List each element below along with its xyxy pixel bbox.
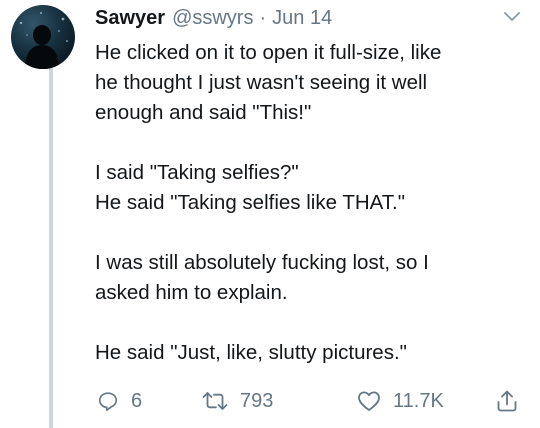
chevron-down-icon [504, 12, 520, 21]
retweet-button[interactable]: 793 [202, 386, 273, 416]
tweet-menu-button[interactable] [502, 10, 522, 24]
tweet-header: Sawyer @sswyrs · Jun 14 [95, 4, 332, 32]
retweet-icon [202, 392, 228, 410]
tweet-paragraph: He clicked on it to open it full-size, l… [95, 41, 442, 124]
tweet-actions: 6 793 11.7K [95, 386, 527, 416]
tweet-date[interactable]: Jun 14 [272, 4, 332, 32]
tweet-paragraph: I was still absolutely fucking lost, so … [95, 251, 429, 304]
avatar-image [19, 12, 69, 69]
author-handle[interactable]: @sswyrs [172, 4, 253, 32]
thread-connector-line [49, 68, 53, 428]
like-count: 11.7K [393, 389, 444, 412]
header-separator: · [259, 7, 267, 29]
avatar[interactable] [11, 5, 75, 69]
tweet-body: He clicked on it to open it full-size, l… [95, 38, 525, 368]
tweet-paragraph: He said "Just, like, slutty pictures." [95, 341, 407, 364]
share-button[interactable] [495, 386, 519, 416]
reply-icon [98, 392, 118, 411]
author-name[interactable]: Sawyer [95, 4, 165, 32]
reply-button[interactable]: 6 [97, 386, 142, 416]
share-icon [497, 390, 517, 412]
tweet-paragraph: I said "Taking selfies?" He said "Taking… [95, 161, 406, 214]
heart-icon [358, 391, 380, 411]
reply-count: 6 [131, 389, 143, 412]
retweet-count: 793 [240, 389, 274, 412]
like-button[interactable]: 11.7K [357, 386, 444, 416]
